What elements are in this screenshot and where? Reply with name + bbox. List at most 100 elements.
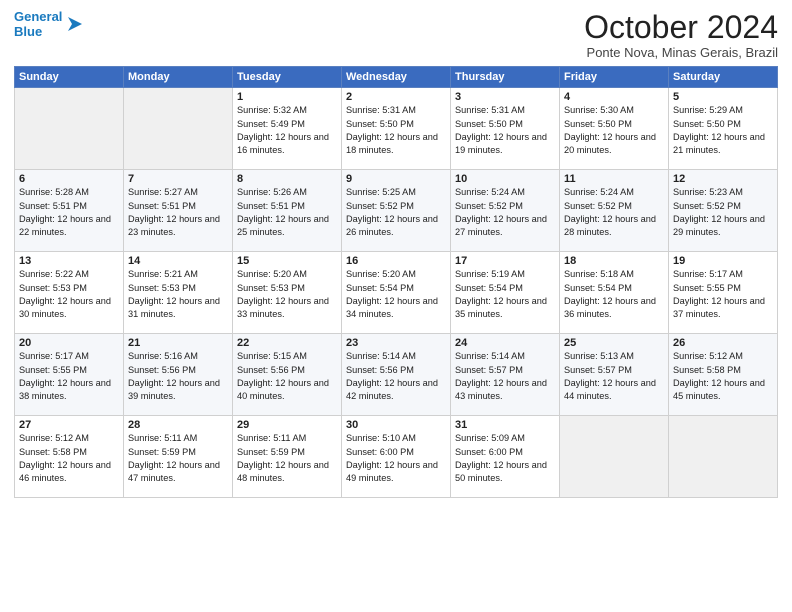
day-number: 31 (455, 419, 555, 431)
cell-info: Sunrise: 5:15 AMSunset: 5:56 PMDaylight:… (237, 350, 337, 403)
col-header-tuesday: Tuesday (233, 67, 342, 88)
cell-info: Sunrise: 5:12 AMSunset: 5:58 PMDaylight:… (19, 432, 119, 485)
daylight-text: Daylight: 12 hours and 18 minutes. (346, 132, 438, 155)
sunset-text: Sunset: 5:54 PM (564, 283, 632, 293)
sunrise-text: Sunrise: 5:21 AM (128, 269, 198, 279)
calendar-cell (15, 88, 124, 170)
sunset-text: Sunset: 5:56 PM (346, 365, 414, 375)
cell-info: Sunrise: 5:26 AMSunset: 5:51 PMDaylight:… (237, 186, 337, 239)
cell-info: Sunrise: 5:27 AMSunset: 5:51 PMDaylight:… (128, 186, 228, 239)
sunset-text: Sunset: 5:56 PM (128, 365, 196, 375)
sunrise-text: Sunrise: 5:22 AM (19, 269, 89, 279)
sunset-text: Sunset: 5:58 PM (673, 365, 741, 375)
sunset-text: Sunset: 5:54 PM (346, 283, 414, 293)
calendar-cell: 18Sunrise: 5:18 AMSunset: 5:54 PMDayligh… (560, 252, 669, 334)
location-subtitle: Ponte Nova, Minas Gerais, Brazil (584, 45, 778, 60)
month-title: October 2024 (584, 10, 778, 45)
day-number: 27 (19, 419, 119, 431)
col-header-wednesday: Wednesday (342, 67, 451, 88)
daylight-text: Daylight: 12 hours and 28 minutes. (564, 214, 656, 237)
sunrise-text: Sunrise: 5:24 AM (455, 187, 525, 197)
sunset-text: Sunset: 5:57 PM (455, 365, 523, 375)
day-number: 28 (128, 419, 228, 431)
daylight-text: Daylight: 12 hours and 30 minutes. (19, 296, 111, 319)
sunset-text: Sunset: 5:51 PM (237, 201, 305, 211)
sunset-text: Sunset: 5:51 PM (128, 201, 196, 211)
cell-info: Sunrise: 5:16 AMSunset: 5:56 PMDaylight:… (128, 350, 228, 403)
day-number: 3 (455, 91, 555, 103)
sunrise-text: Sunrise: 5:10 AM (346, 433, 416, 443)
sunrise-text: Sunrise: 5:23 AM (673, 187, 743, 197)
cell-info: Sunrise: 5:17 AMSunset: 5:55 PMDaylight:… (673, 268, 773, 321)
daylight-text: Daylight: 12 hours and 36 minutes. (564, 296, 656, 319)
calendar-cell: 6Sunrise: 5:28 AMSunset: 5:51 PMDaylight… (15, 170, 124, 252)
daylight-text: Daylight: 12 hours and 40 minutes. (237, 378, 329, 401)
daylight-text: Daylight: 12 hours and 29 minutes. (673, 214, 765, 237)
sunrise-text: Sunrise: 5:18 AM (564, 269, 634, 279)
cell-info: Sunrise: 5:23 AMSunset: 5:52 PMDaylight:… (673, 186, 773, 239)
sunset-text: Sunset: 5:55 PM (19, 365, 87, 375)
sunset-text: Sunset: 5:50 PM (673, 119, 741, 129)
daylight-text: Daylight: 12 hours and 27 minutes. (455, 214, 547, 237)
sunrise-text: Sunrise: 5:17 AM (19, 351, 89, 361)
daylight-text: Daylight: 12 hours and 42 minutes. (346, 378, 438, 401)
day-number: 22 (237, 337, 337, 349)
calendar-cell: 3Sunrise: 5:31 AMSunset: 5:50 PMDaylight… (451, 88, 560, 170)
sunset-text: Sunset: 6:00 PM (346, 447, 414, 457)
cell-info: Sunrise: 5:25 AMSunset: 5:52 PMDaylight:… (346, 186, 446, 239)
sunrise-text: Sunrise: 5:11 AM (128, 433, 197, 443)
calendar-cell (669, 416, 778, 498)
day-number: 23 (346, 337, 446, 349)
sunrise-text: Sunrise: 5:30 AM (564, 105, 634, 115)
calendar-cell: 13Sunrise: 5:22 AMSunset: 5:53 PMDayligh… (15, 252, 124, 334)
calendar-cell: 24Sunrise: 5:14 AMSunset: 5:57 PMDayligh… (451, 334, 560, 416)
daylight-text: Daylight: 12 hours and 20 minutes. (564, 132, 656, 155)
calendar-cell: 7Sunrise: 5:27 AMSunset: 5:51 PMDaylight… (124, 170, 233, 252)
cell-info: Sunrise: 5:10 AMSunset: 6:00 PMDaylight:… (346, 432, 446, 485)
calendar-cell: 11Sunrise: 5:24 AMSunset: 5:52 PMDayligh… (560, 170, 669, 252)
cell-info: Sunrise: 5:28 AMSunset: 5:51 PMDaylight:… (19, 186, 119, 239)
logo-icon (64, 13, 86, 35)
day-number: 6 (19, 173, 119, 185)
sunrise-text: Sunrise: 5:09 AM (455, 433, 525, 443)
sunset-text: Sunset: 5:56 PM (237, 365, 305, 375)
calendar-cell: 29Sunrise: 5:11 AMSunset: 5:59 PMDayligh… (233, 416, 342, 498)
calendar-cell: 31Sunrise: 5:09 AMSunset: 6:00 PMDayligh… (451, 416, 560, 498)
daylight-text: Daylight: 12 hours and 21 minutes. (673, 132, 765, 155)
sunrise-text: Sunrise: 5:12 AM (673, 351, 743, 361)
daylight-text: Daylight: 12 hours and 23 minutes. (128, 214, 220, 237)
daylight-text: Daylight: 12 hours and 43 minutes. (455, 378, 547, 401)
calendar-cell: 16Sunrise: 5:20 AMSunset: 5:54 PMDayligh… (342, 252, 451, 334)
day-number: 9 (346, 173, 446, 185)
sunrise-text: Sunrise: 5:16 AM (128, 351, 198, 361)
cell-info: Sunrise: 5:11 AMSunset: 5:59 PMDaylight:… (237, 432, 337, 485)
calendar-cell: 19Sunrise: 5:17 AMSunset: 5:55 PMDayligh… (669, 252, 778, 334)
sunrise-text: Sunrise: 5:24 AM (564, 187, 634, 197)
calendar-cell: 26Sunrise: 5:12 AMSunset: 5:58 PMDayligh… (669, 334, 778, 416)
daylight-text: Daylight: 12 hours and 44 minutes. (564, 378, 656, 401)
sunrise-text: Sunrise: 5:32 AM (237, 105, 307, 115)
calendar-cell: 9Sunrise: 5:25 AMSunset: 5:52 PMDaylight… (342, 170, 451, 252)
sunrise-text: Sunrise: 5:28 AM (19, 187, 89, 197)
daylight-text: Daylight: 12 hours and 25 minutes. (237, 214, 329, 237)
sunrise-text: Sunrise: 5:12 AM (19, 433, 89, 443)
calendar-cell: 14Sunrise: 5:21 AMSunset: 5:53 PMDayligh… (124, 252, 233, 334)
day-number: 11 (564, 173, 664, 185)
cell-info: Sunrise: 5:14 AMSunset: 5:57 PMDaylight:… (455, 350, 555, 403)
day-number: 20 (19, 337, 119, 349)
sunset-text: Sunset: 5:49 PM (237, 119, 305, 129)
calendar-cell: 2Sunrise: 5:31 AMSunset: 5:50 PMDaylight… (342, 88, 451, 170)
sunrise-text: Sunrise: 5:11 AM (237, 433, 306, 443)
logo-text: General Blue (14, 10, 62, 40)
day-number: 14 (128, 255, 228, 267)
col-header-thursday: Thursday (451, 67, 560, 88)
sunset-text: Sunset: 5:59 PM (128, 447, 196, 457)
calendar-cell: 21Sunrise: 5:16 AMSunset: 5:56 PMDayligh… (124, 334, 233, 416)
header: General Blue October 2024 Ponte Nova, Mi… (14, 10, 778, 60)
calendar-cell: 23Sunrise: 5:14 AMSunset: 5:56 PMDayligh… (342, 334, 451, 416)
sunset-text: Sunset: 5:59 PM (237, 447, 305, 457)
day-number: 13 (19, 255, 119, 267)
day-number: 10 (455, 173, 555, 185)
daylight-text: Daylight: 12 hours and 50 minutes. (455, 460, 547, 483)
sunset-text: Sunset: 5:50 PM (564, 119, 632, 129)
